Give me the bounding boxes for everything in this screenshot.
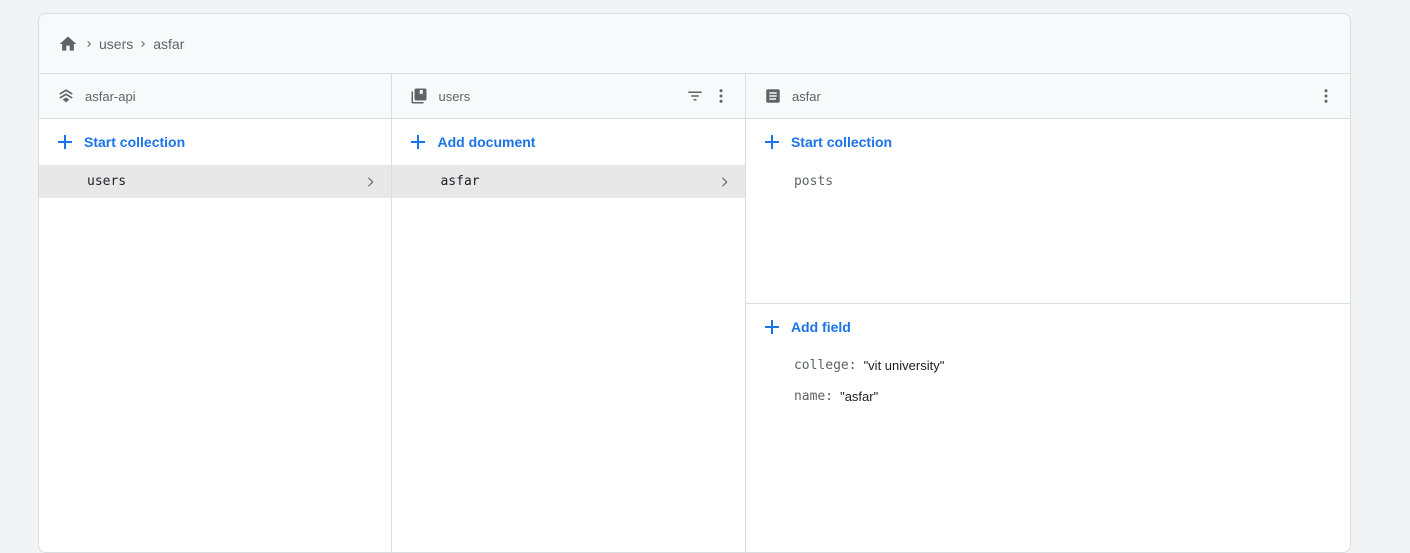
document-item-asfar[interactable]: asfar	[392, 165, 745, 198]
plus-icon	[57, 134, 73, 150]
subcollections-section: Start collection posts	[745, 119, 1350, 304]
breadcrumb-item-asfar[interactable]: asfar	[153, 36, 184, 52]
document-title: asfar	[791, 88, 821, 104]
subcollection-item-posts[interactable]: posts	[746, 165, 1350, 198]
document-column-header: asfar	[745, 74, 1350, 119]
document-column: asfar Start collection posts Add field c…	[745, 74, 1350, 552]
plus-icon	[410, 134, 426, 150]
add-document-label: Add document	[437, 134, 536, 150]
project-column: asfar-api Start collection users	[39, 74, 393, 552]
breadcrumb: users asfar	[39, 14, 1350, 74]
chevron-right-icon	[363, 175, 377, 189]
firestore-project-icon	[57, 87, 75, 105]
plus-icon	[764, 134, 780, 150]
add-field-label: Add field	[790, 319, 851, 335]
start-collection-label: Start collection	[84, 134, 186, 150]
document-header-actions	[1316, 86, 1336, 106]
chevron-right-icon	[79, 38, 99, 50]
project-title: asfar-api	[85, 88, 136, 104]
document-icon	[764, 87, 782, 105]
collection-column-header: users	[392, 74, 745, 119]
subcollection-item-label: posts	[793, 174, 834, 189]
collection-title: users	[438, 88, 471, 104]
field-value: "asfar"	[840, 389, 879, 404]
home-icon[interactable]	[57, 33, 79, 55]
start-subcollection-label: Start collection	[790, 134, 893, 150]
firestore-data-panel: users asfar asfar-api Start collection u…	[38, 13, 1351, 553]
add-document-button[interactable]: Add document	[392, 119, 744, 165]
add-field-button[interactable]: Add field	[746, 304, 1350, 350]
collection-header-actions	[685, 86, 731, 106]
breadcrumb-item-users[interactable]: users	[99, 36, 133, 52]
fields-section: Add field college: "vit university" name…	[746, 304, 1350, 412]
collection-icon	[410, 87, 428, 105]
start-collection-button[interactable]: Start collection	[39, 119, 391, 165]
field-key: college	[793, 358, 849, 373]
field-row[interactable]: college: "vit university"	[746, 350, 1350, 381]
document-item-label: asfar	[440, 174, 480, 189]
plus-icon	[764, 319, 780, 335]
chevron-right-icon	[133, 38, 153, 50]
chevron-right-icon	[717, 175, 731, 189]
more-vert-icon[interactable]	[711, 86, 731, 106]
data-columns: asfar-api Start collection users users A…	[39, 74, 1350, 552]
field-row[interactable]: name: "asfar"	[746, 381, 1350, 412]
collection-item-label: users	[87, 174, 127, 189]
collection-column: users Add document asfar	[392, 74, 746, 552]
filter-icon[interactable]	[685, 86, 705, 106]
field-value: "vit university"	[863, 358, 945, 373]
more-vert-icon[interactable]	[1316, 86, 1336, 106]
field-key: name	[793, 389, 826, 404]
project-column-header: asfar-api	[39, 74, 392, 119]
collection-item-users[interactable]: users	[39, 165, 392, 198]
start-subcollection-button[interactable]: Start collection	[746, 119, 1350, 165]
